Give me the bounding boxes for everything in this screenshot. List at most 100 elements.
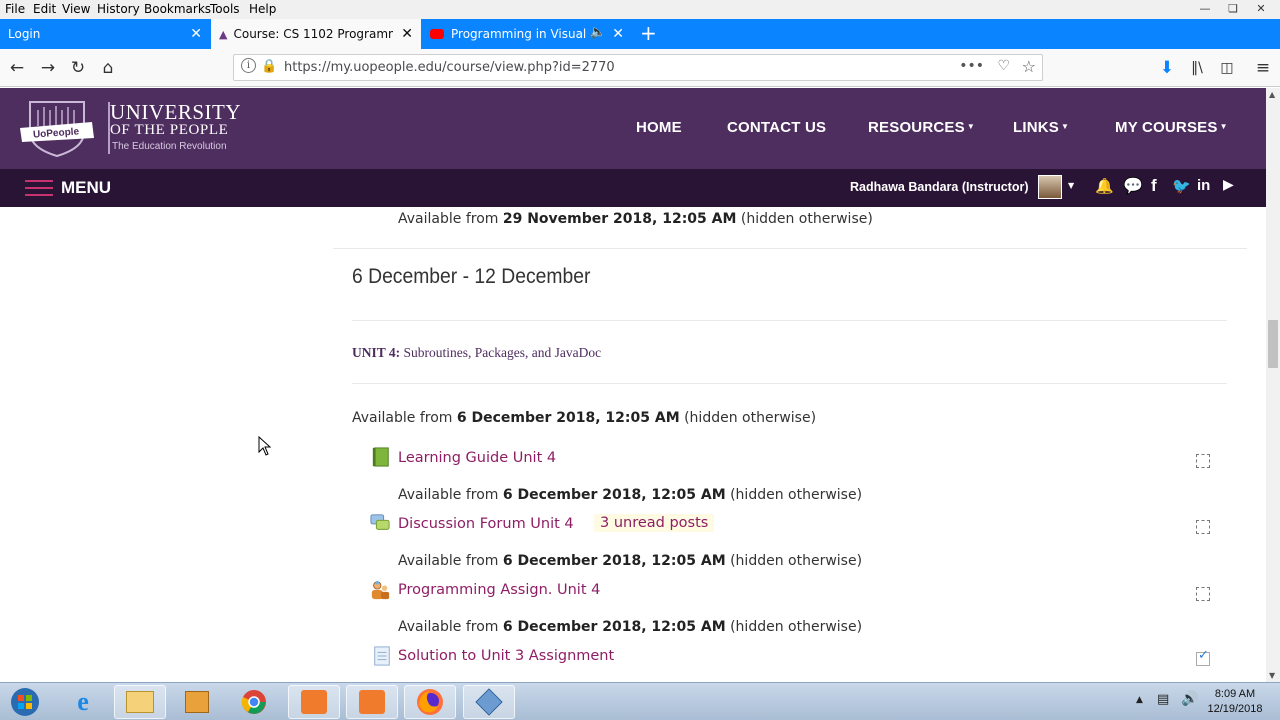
restore-button[interactable]: ❏	[1220, 0, 1246, 16]
user-menu-caret-icon[interactable]: ▼	[1068, 181, 1074, 190]
menu-file[interactable]: File	[5, 2, 25, 16]
avail-prefix: Available from	[398, 211, 503, 227]
avail-suffix: (hidden otherwise)	[725, 619, 863, 635]
media-player-icon	[185, 691, 209, 713]
close-tab-icon[interactable]: ✕	[612, 26, 624, 42]
firefox-menubar: File Edit View History Bookmarks Tools H…	[0, 0, 1280, 19]
taskbar-ie[interactable]: e	[57, 685, 109, 719]
tab-course[interactable]: ▲ Course: CS 1102 Programming ✕	[211, 19, 421, 49]
clock-time: 8:09 AM	[1214, 688, 1256, 700]
tab-title: Programming in Visual Basi	[451, 27, 591, 41]
home-icon[interactable]: ⌂	[97, 57, 119, 79]
unit-label: UNIT 4:	[352, 345, 401, 360]
activity-link[interactable]: Learning Guide Unit 4	[398, 450, 556, 466]
completion-checkbox-checked[interactable]: ✓	[1196, 648, 1210, 666]
youtube-icon[interactable]: ▶	[1223, 177, 1234, 193]
unit-heading: UNIT 4: Subroutines, Packages, and JavaD…	[352, 345, 601, 361]
taskbar-virtualbox[interactable]	[463, 685, 515, 719]
back-icon[interactable]: ←	[6, 57, 28, 79]
close-tab-icon[interactable]: ✕	[401, 26, 413, 42]
bell-icon[interactable]: 🔔	[1095, 177, 1114, 195]
menu-bookmarks[interactable]: Bookmarks	[144, 2, 211, 16]
avail-date: 6 December 2018, 12:05 AM	[502, 553, 726, 569]
forward-icon[interactable]: →	[37, 57, 59, 79]
pocket-icon[interactable]: ♡	[997, 58, 1010, 74]
page-actions-icon[interactable]: •••	[959, 58, 984, 74]
network-icon[interactable]: ▤	[1157, 692, 1169, 707]
scroll-down-icon[interactable]: ▼	[1269, 671, 1275, 680]
downloads-icon[interactable]: ⬇	[1156, 57, 1178, 79]
availability-restriction: Available from 29 November 2018, 12:05 A…	[398, 211, 873, 227]
forum-icon	[370, 514, 390, 530]
menu-help[interactable]: Help	[249, 2, 276, 16]
unread-posts-badge[interactable]: 3 unread posts	[594, 514, 715, 532]
lock-icon[interactable]: 🔒	[261, 59, 277, 74]
menu-history[interactable]: History	[97, 2, 140, 16]
avail-prefix: Available from	[398, 553, 503, 569]
reload-icon[interactable]: ↻	[67, 57, 89, 79]
twitter-icon[interactable]: 🐦	[1172, 177, 1191, 195]
scrollbar-thumb[interactable]	[1268, 320, 1278, 368]
nav-links[interactable]: LINKS ▼	[1013, 119, 1069, 136]
completion-checkbox[interactable]	[1196, 520, 1210, 534]
avail-suffix: (hidden otherwise)	[736, 211, 873, 227]
folder-icon	[126, 691, 154, 713]
speaker-icon[interactable]: 🔈	[590, 25, 606, 40]
activity-link[interactable]: Solution to Unit 3 Assignment	[398, 648, 614, 664]
linkedin-icon[interactable]: in	[1197, 177, 1210, 194]
menu-view[interactable]: View	[62, 2, 90, 16]
sidebar-icon[interactable]: ◫	[1216, 57, 1238, 79]
tab-login[interactable]: Login ✕	[0, 19, 210, 49]
avatar[interactable]	[1038, 175, 1062, 199]
internet-explorer-icon: e	[77, 687, 89, 716]
close-window-button[interactable]: ✕	[1248, 0, 1274, 16]
taskbar-app-orange[interactable]	[288, 685, 340, 719]
navigation-toolbar: ← → ↻ ⌂ i 🔒 https://my.uopeople.edu/cour…	[0, 49, 1280, 87]
url-text[interactable]: https://my.uopeople.edu/course/view.php?…	[284, 60, 615, 75]
divider	[352, 320, 1227, 321]
hamburger-menu-icon[interactable]: ≡	[1252, 57, 1274, 79]
menu-tools[interactable]: Tools	[210, 2, 240, 16]
tab-youtube[interactable]: Programming in Visual Basi 🔈 ✕	[422, 19, 632, 49]
volume-icon[interactable]: 🔊	[1181, 691, 1198, 707]
nav-resources[interactable]: RESOURCES ▼	[868, 119, 975, 136]
show-hidden-icons-icon[interactable]: ▲	[1136, 695, 1143, 705]
screen-recorder-icon	[359, 690, 385, 714]
taskbar-media[interactable]	[171, 685, 223, 719]
facebook-icon[interactable]: f	[1151, 176, 1157, 196]
new-tab-icon[interactable]: +	[640, 21, 657, 45]
url-bar[interactable]: i 🔒 https://my.uopeople.edu/course/view.…	[233, 54, 1043, 81]
activity-link[interactable]: Programming Assign. Unit 4	[398, 582, 600, 598]
menu-label: MENU	[61, 178, 112, 197]
start-button[interactable]	[0, 685, 50, 719]
avail-date: 6 December 2018, 12:05 AM	[502, 487, 726, 503]
minimize-button[interactable]: —	[1192, 0, 1218, 16]
nav-my-courses[interactable]: MY COURSES ▼	[1115, 119, 1228, 136]
menu-edit[interactable]: Edit	[33, 2, 56, 16]
youtube-favicon-icon	[430, 29, 444, 39]
taskbar-app-camera[interactable]	[346, 685, 398, 719]
close-tab-icon[interactable]: ✕	[190, 26, 202, 42]
nav-contact-us[interactable]: CONTACT US	[727, 119, 826, 136]
logo[interactable]: UoPeople UNIVERSITY OF THE PEOPLE The Ed…	[20, 98, 260, 160]
vertical-scrollbar[interactable]: ▲ ▼	[1266, 88, 1280, 682]
completion-checkbox[interactable]	[1196, 454, 1210, 468]
uopeople-favicon-icon: ▲	[219, 27, 228, 41]
taskbar-explorer[interactable]	[114, 685, 166, 719]
user-name[interactable]: Radhawa Bandara (Instructor)	[850, 180, 1029, 194]
activity-link[interactable]: Discussion Forum Unit 4	[398, 516, 574, 532]
system-clock[interactable]: 8:09 AM 12/19/2018	[1200, 687, 1270, 717]
chat-icon[interactable]: 💬	[1123, 176, 1143, 195]
bookmark-star-icon[interactable]: ☆	[1022, 57, 1036, 76]
avail-date: 29 November 2018, 12:05 AM	[502, 211, 737, 227]
library-icon[interactable]: ‖\	[1186, 57, 1208, 79]
book-icon	[372, 447, 389, 467]
info-icon[interactable]: i	[241, 58, 256, 73]
nav-links-label: LINKS	[1013, 119, 1059, 136]
completion-checkbox[interactable]	[1196, 587, 1210, 601]
taskbar-firefox[interactable]	[404, 685, 456, 719]
nav-home[interactable]: HOME	[636, 119, 682, 136]
taskbar-chrome[interactable]	[228, 685, 280, 719]
scroll-up-icon[interactable]: ▲	[1269, 90, 1275, 99]
hamburger-icon	[25, 180, 53, 196]
